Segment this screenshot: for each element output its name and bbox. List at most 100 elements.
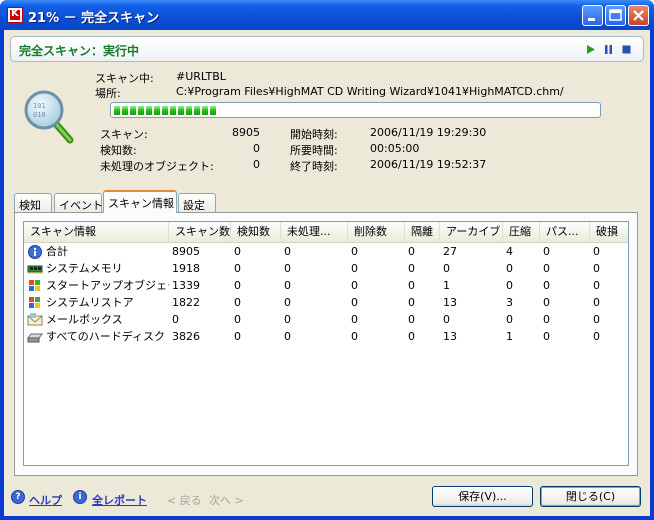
table-cell: 0: [543, 279, 550, 292]
hard-disk-icon: [27, 333, 43, 343]
table-header: スキャン情報 スキャン数 検知数 未処理... 削除数 隔離 アーカイブ 圧縮 パス... 破損: [24, 222, 628, 243]
table-cell: 0: [351, 296, 358, 309]
column-header[interactable]: 破損: [590, 222, 628, 242]
end-time-label: 終了時刻:: [290, 160, 338, 173]
start-time-label: 開始時刻:: [290, 128, 338, 141]
table-cell: 0: [543, 296, 550, 309]
scanned-value: 8905: [232, 126, 260, 139]
progress-segment: [202, 106, 208, 115]
table-cell: 0: [593, 313, 600, 326]
close-window-button[interactable]: [628, 5, 649, 26]
pause-icon[interactable]: [603, 44, 614, 55]
maximize-icon: [609, 9, 622, 21]
scan-info-table[interactable]: スキャン情報 スキャン数 検知数 未処理... 削除数 隔離 アーカイブ 圧縮 パス... 破損 …: [23, 221, 629, 466]
save-button[interactable]: 保存(V)...: [432, 486, 533, 507]
table-cell: 0: [234, 330, 241, 343]
table-cell: 0: [506, 279, 513, 292]
table-cell: 0: [593, 279, 600, 292]
table-row[interactable]: 合計 8905 0 0 0 0 27 4 0 0: [24, 243, 628, 260]
table-cell: 1822: [172, 296, 200, 309]
table-cell: システムリストア: [46, 296, 134, 309]
table-row[interactable]: メールボックス 0 0 0 0 0 0 0 0 0: [24, 311, 628, 328]
tab-scan-info[interactable]: スキャン情報: [103, 190, 177, 213]
table-cell: 1: [443, 279, 450, 292]
stop-icon[interactable]: [621, 44, 632, 55]
table-cell: 27: [443, 245, 457, 258]
progress-segment: [170, 106, 176, 115]
table-cell: 0: [593, 296, 600, 309]
table-cell: 0: [593, 262, 600, 275]
tab-detected[interactable]: 検知: [14, 193, 52, 212]
table-cell: 1918: [172, 262, 200, 275]
table-cell: 合計: [46, 245, 68, 258]
scanned-label: スキャン:: [100, 128, 148, 141]
close-button[interactable]: 閉じる(C): [540, 486, 641, 507]
column-header[interactable]: 検知数: [231, 222, 281, 242]
info-icon: [28, 245, 42, 259]
table-cell: 13: [443, 330, 457, 343]
column-header[interactable]: 削除数: [348, 222, 405, 242]
table-cell: 0: [234, 245, 241, 258]
table-cell: スタートアップオブジェクト: [46, 279, 169, 292]
column-header[interactable]: 圧縮: [503, 222, 540, 242]
column-header[interactable]: アーカイブ: [440, 222, 503, 242]
table-cell: メールボックス: [46, 313, 123, 326]
table-cell: 0: [172, 313, 179, 326]
report-info-icon[interactable]: i: [73, 490, 87, 504]
table-cell: 0: [284, 330, 291, 343]
table-cell: 0: [543, 330, 550, 343]
close-icon: [633, 10, 644, 21]
table-cell: 0: [284, 262, 291, 275]
table-cell: 8905: [172, 245, 200, 258]
tab-events[interactable]: イベント: [54, 193, 103, 212]
table-row[interactable]: スタートアップオブジェクト1339 0 0 0 0 1 0 0 0: [24, 277, 628, 294]
table-cell: 0: [593, 330, 600, 343]
play-icon[interactable]: [585, 44, 596, 55]
column-header[interactable]: 未処理...: [281, 222, 348, 242]
progress-segment: [162, 106, 168, 115]
column-header[interactable]: 隔離: [405, 222, 440, 242]
table-cell: 0: [443, 262, 450, 275]
scanning-label: スキャン中:: [95, 72, 154, 85]
title-bar[interactable]: 21% － 完全スキャン: [0, 0, 654, 30]
maximize-button[interactable]: [605, 5, 626, 26]
location-value: C:¥Program Files¥HighMAT CD Writing Wiza…: [176, 85, 564, 98]
table-cell: 0: [234, 313, 241, 326]
table-cell: 0: [284, 279, 291, 292]
table-cell: 0: [408, 245, 415, 258]
scanning-value: #URLTBL: [176, 70, 226, 83]
unprocessed-value: 0: [253, 158, 260, 171]
end-time-value: 2006/11/19 19:52:37: [370, 158, 487, 171]
start-time-value: 2006/11/19 19:29:30: [370, 126, 487, 139]
table-row[interactable]: システムリストア 1822 0 0 0 0 13 3 0 0: [24, 294, 628, 311]
table-cell: 1339: [172, 279, 200, 292]
minimize-button[interactable]: [582, 5, 603, 26]
table-cell: 0: [543, 262, 550, 275]
scan-window: 21% － 完全スキャン 完全スキャン：実行中 101 010 ス: [0, 0, 654, 520]
table-cell: 0: [506, 313, 513, 326]
status-header: 完全スキャン：実行中: [10, 36, 644, 62]
table-row[interactable]: すべてのハードディスク 3826 0 0 0 0 13 1 0 0: [24, 328, 628, 345]
location-label: 場所:: [95, 87, 121, 100]
table-cell: 0: [593, 245, 600, 258]
column-header[interactable]: パス...: [540, 222, 590, 242]
scan-progress-bar: [110, 102, 601, 118]
table-cell: 0: [351, 262, 358, 275]
column-header[interactable]: スキャン数: [169, 222, 231, 242]
tab-settings[interactable]: 設定: [178, 193, 216, 212]
column-header[interactable]: スキャン情報: [24, 222, 169, 242]
table-cell: 0: [234, 262, 241, 275]
unprocessed-label: 未処理のオブジェクト:: [100, 160, 214, 173]
table-cell: 0: [443, 313, 450, 326]
windows-flag-icon: [29, 280, 40, 291]
progress-segment: [114, 106, 120, 115]
next-link[interactable]: 次へ >: [209, 492, 244, 508]
window-bottom-border: [0, 516, 654, 520]
full-report-link[interactable]: 全レポート: [92, 492, 147, 508]
windows-flag-icon: [29, 297, 40, 308]
progress-segment: [130, 106, 136, 115]
help-link[interactable]: ヘルプ: [29, 492, 62, 508]
help-icon[interactable]: ?: [11, 490, 25, 504]
table-row[interactable]: システムメモリ 1918 0 0 0 0 0 0 0 0: [24, 260, 628, 277]
back-link[interactable]: < 戻る: [167, 492, 202, 508]
